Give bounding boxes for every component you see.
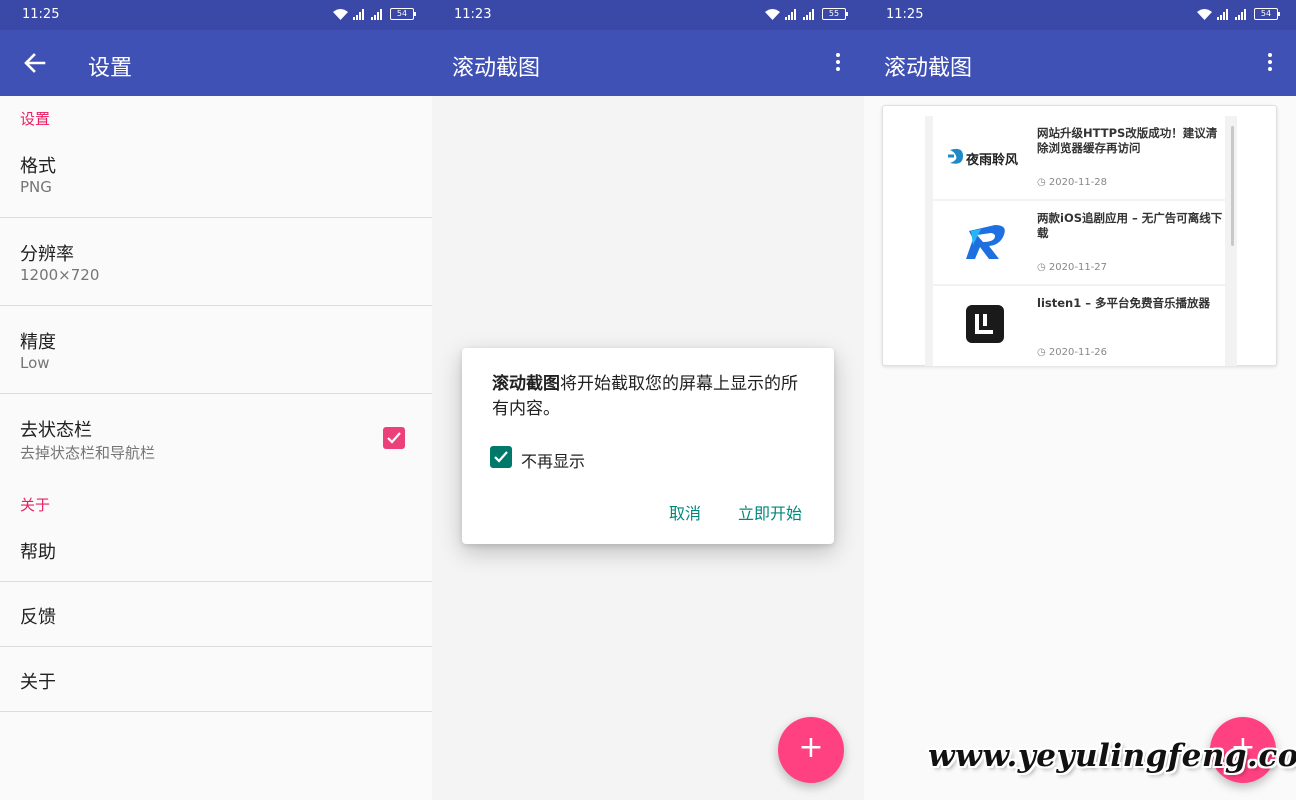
section-header-settings: 设置 [20, 110, 51, 128]
check-icon [494, 451, 508, 463]
svg-text:夜雨聆风: 夜雨聆风 [965, 152, 1018, 168]
dont-show-again-label[interactable]: 不再显示 [521, 448, 585, 472]
setting-about[interactable]: 关于 [0, 656, 432, 711]
section-header-about: 关于 [20, 496, 51, 514]
more-vert-icon[interactable] [1258, 50, 1282, 76]
signal-icon [1216, 8, 1230, 20]
listen1-logo [966, 305, 1004, 343]
statusbar-checkbox[interactable] [383, 427, 405, 449]
status-icons: 54 [333, 8, 416, 20]
page-title: 滚动截图 [884, 56, 973, 81]
watermark: www.yeyulingfeng.com [928, 738, 1296, 774]
setting-title: 精度 [20, 332, 56, 353]
cancel-button[interactable]: 取消 [669, 500, 701, 524]
signal-icon [1234, 8, 1248, 20]
more-vert-icon[interactable] [826, 50, 850, 76]
setting-title: 格式 [20, 156, 56, 177]
list-item: 夜雨聆风 网站升级HTTPS改版成功！建议清除浏览器缓存再访问 ◷ 2020-1… [933, 116, 1225, 199]
battery-icon: 54 [390, 8, 416, 20]
status-bar: 11:25 54 [864, 0, 1296, 30]
article-date: ◷ 2020-11-27 [1037, 262, 1108, 273]
clock-icon: ◷ [1037, 347, 1049, 358]
divider [0, 217, 432, 218]
divider [0, 581, 432, 582]
article-title: 两款iOS追剧应用 – 无广告可离线下载 [1037, 211, 1223, 240]
wifi-icon [333, 8, 348, 20]
clock-icon: ◷ [1037, 262, 1049, 273]
article-title: listen1 – 多平台免费音乐播放器 [1037, 296, 1210, 310]
scroll-capture-result-screen: 11:25 54 滚动截图 夜雨聆风 网站升级HTTPS改版成功！建议清除浏览器… [864, 0, 1296, 800]
setting-format[interactable]: 格式 PNG [0, 140, 432, 217]
setting-help[interactable]: 帮助 [0, 526, 432, 581]
setting-title: 去状态栏 [20, 420, 92, 441]
setting-value: PNG [20, 178, 52, 196]
list-item: 两款iOS追剧应用 – 无广告可离线下载 ◷ 2020-11-27 [933, 201, 1225, 284]
setting-title: 帮助 [20, 542, 56, 563]
dialog-message: 滚动截图将开始截取您的屏幕上显示的所有内容。 [492, 372, 812, 422]
setting-value: 去掉状态栏和导航栏 [20, 444, 156, 462]
signal-icon [352, 8, 366, 20]
divider [0, 393, 432, 394]
article-date: ◷ 2020-11-28 [1037, 177, 1108, 188]
setting-value: 1200×720 [20, 266, 100, 284]
page-title: 设置 [88, 56, 133, 81]
clock-icon: ◷ [1037, 177, 1049, 188]
status-time: 11:23 [454, 7, 492, 22]
app-bar: 滚动截图 [432, 30, 864, 96]
status-time: 11:25 [22, 7, 60, 22]
status-bar: 11:25 54 [0, 0, 432, 30]
start-now-button[interactable]: 立即开始 [738, 500, 802, 524]
yeyulingfeng-logo: 夜雨聆风 [948, 148, 1018, 168]
dialog-app-name: 滚动截图 [492, 374, 560, 394]
app-bar: 滚动截图 [864, 30, 1296, 96]
setting-feedback[interactable]: 反馈 [0, 591, 432, 646]
status-icons: 54 [1197, 8, 1280, 20]
setting-precision[interactable]: 精度 Low [0, 316, 432, 393]
setting-title: 反馈 [20, 607, 56, 628]
setting-remove-statusbar[interactable]: 去状态栏 去掉状态栏和导航栏 [0, 404, 432, 481]
back-arrow-icon[interactable] [22, 50, 48, 76]
screenshot-preview: 夜雨聆风 网站升级HTTPS改版成功！建议清除浏览器缓存再访问 ◷ 2020-1… [925, 116, 1237, 366]
divider [0, 646, 432, 647]
article-title: 网站升级HTTPS改版成功！建议清除浏览器缓存再访问 [1037, 126, 1218, 155]
scroll-capture-dialog-screen: 11:23 55 滚动截图 滚动截图将开始截取您的屏幕上显示的所有内容。 不再显… [432, 0, 864, 800]
status-time: 11:25 [886, 7, 924, 22]
status-icons: 55 [765, 8, 848, 20]
plus-icon: + [798, 730, 824, 765]
signal-icon [784, 8, 798, 20]
settings-screen: 11:25 54 设置 设置 格式 PNG 分辨率 1200×720 精度 Lo… [0, 0, 432, 800]
screenshot-card[interactable]: 夜雨聆风 网站升级HTTPS改版成功！建议清除浏览器缓存再访问 ◷ 2020-1… [882, 105, 1277, 366]
signal-icon [370, 8, 384, 20]
app-bar: 设置 [0, 30, 432, 96]
page-title: 滚动截图 [452, 56, 541, 81]
r-app-logo [966, 225, 1005, 259]
wifi-icon [1197, 8, 1212, 20]
wifi-icon [765, 8, 780, 20]
scrollbar [1231, 126, 1234, 246]
list-item: listen1 – 多平台免费音乐播放器 ◷ 2020-11-26 [933, 286, 1225, 366]
status-bar: 11:23 55 [432, 0, 864, 30]
check-icon [387, 432, 401, 444]
divider [0, 305, 432, 306]
setting-title: 分辨率 [20, 244, 74, 265]
setting-value: Low [20, 354, 50, 372]
setting-title: 关于 [20, 672, 56, 693]
article-date: ◷ 2020-11-26 [1037, 347, 1108, 358]
setting-resolution[interactable]: 分辨率 1200×720 [0, 228, 432, 305]
battery-icon: 54 [1254, 8, 1280, 20]
signal-icon [802, 8, 816, 20]
start-capture-dialog: 滚动截图将开始截取您的屏幕上显示的所有内容。 不再显示 取消 立即开始 [462, 348, 834, 544]
divider [0, 711, 432, 712]
battery-icon: 55 [822, 8, 848, 20]
add-fab-button[interactable]: + [778, 717, 844, 783]
dont-show-again-checkbox[interactable] [490, 446, 512, 468]
